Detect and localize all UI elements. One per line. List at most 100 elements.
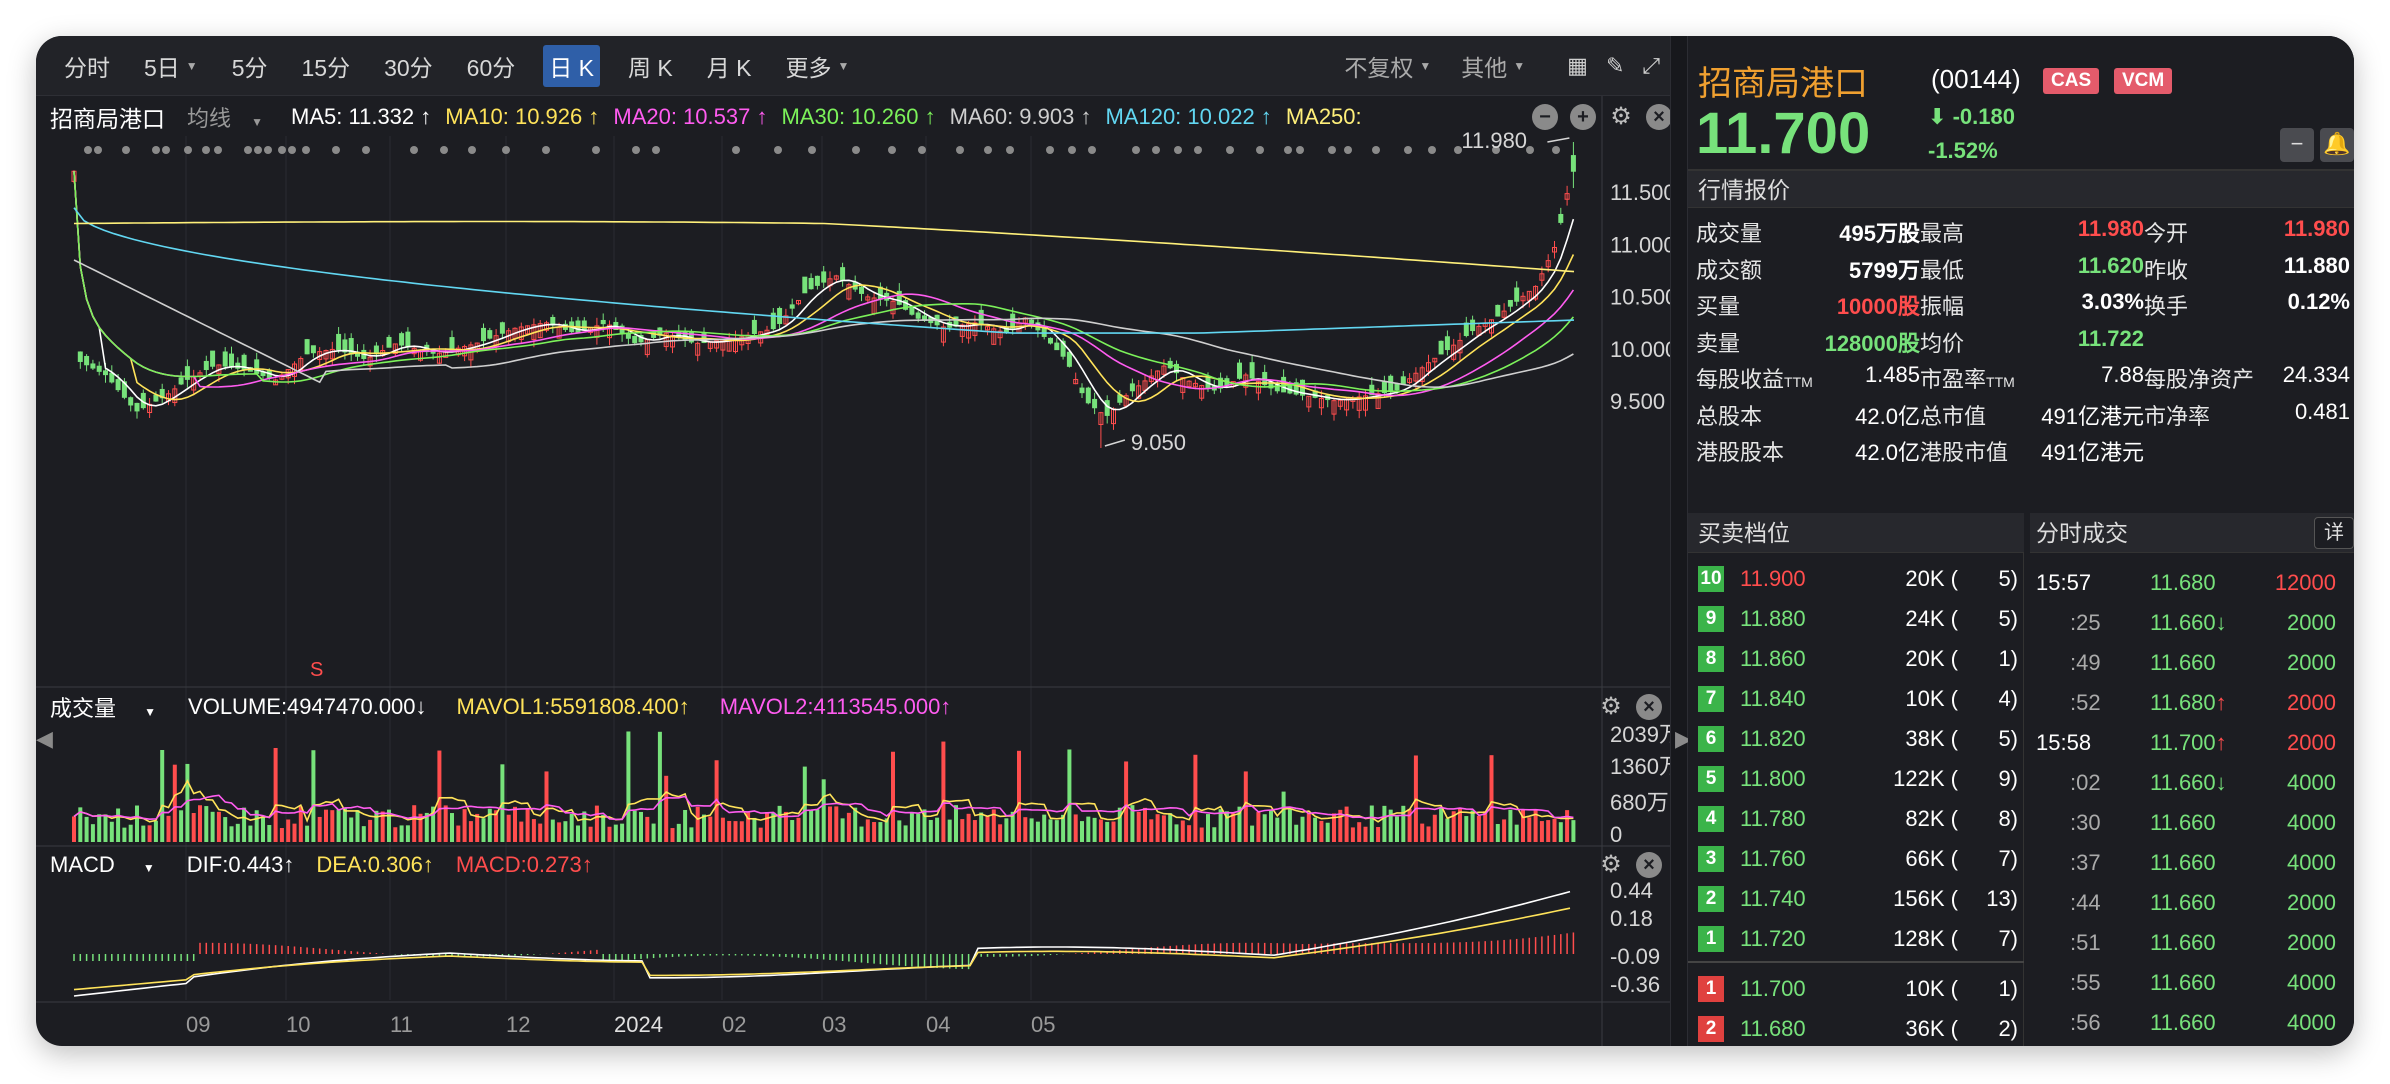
event-dot bbox=[984, 146, 992, 154]
quote-value: 11.620 bbox=[2077, 252, 2144, 278]
volume-bar bbox=[620, 823, 625, 842]
quote-row: 总股本 42.0亿 总市值 491亿港元 市净率 0.481 bbox=[1688, 393, 2354, 430]
volume-bar bbox=[1143, 807, 1147, 842]
bid-count: 2) bbox=[1998, 1016, 2018, 1041]
volume-bar bbox=[1426, 826, 1431, 842]
macd-panel-name[interactable]: MACD ▼ bbox=[50, 852, 177, 878]
alert-bell-icon[interactable]: 🔔 bbox=[2320, 128, 2354, 162]
volume-bar bbox=[1218, 809, 1223, 842]
quote-value: 128000股 bbox=[1824, 330, 1920, 356]
candlestick-chart[interactable]: 11.500 11.000 10.500 10.000 9.500 11.980 9.050… bbox=[36, 36, 1670, 1046]
macd-tick-label: -0.36 bbox=[1610, 972, 1660, 997]
volume-bar bbox=[998, 824, 1003, 842]
volume-bar bbox=[702, 814, 706, 842]
stock-code: (00144) bbox=[1931, 64, 2021, 94]
macd-settings-icon[interactable]: ⚙ bbox=[1598, 852, 1624, 878]
event-dot bbox=[214, 146, 222, 154]
ask-row[interactable]: 2 11.740 156K (13) bbox=[1688, 877, 2024, 917]
ask-row[interactable]: 10 11.900 20K (5) bbox=[1688, 557, 2024, 597]
volume-bar bbox=[1231, 813, 1236, 842]
ask-volume: 10K ( bbox=[1905, 686, 1958, 711]
volume-bar bbox=[147, 825, 152, 842]
event-dot bbox=[332, 146, 340, 154]
quote-label: 总股本 bbox=[1696, 403, 1763, 429]
bid-row[interactable]: 2 11.680 36K (2) bbox=[1688, 1007, 2024, 1046]
price-tick-label: 9.500 bbox=[1610, 389, 1665, 414]
volume-bar bbox=[1080, 821, 1084, 842]
volume-bar bbox=[758, 827, 763, 842]
volume-tick-label: 680万 bbox=[1610, 790, 1669, 815]
quote-label: 昨收 bbox=[2144, 257, 2189, 283]
ask-level-badge: 9 bbox=[1698, 606, 1724, 632]
volume-bar bbox=[1035, 821, 1040, 842]
last-price: 11.700 bbox=[1696, 101, 1871, 166]
volume-bar bbox=[1092, 817, 1097, 842]
collapse-left-icon[interactable]: ◀ bbox=[36, 726, 53, 752]
candle-body bbox=[1444, 336, 1450, 351]
ask-row[interactable]: 6 11.820 38K (5) bbox=[1688, 717, 2024, 757]
quote-value: 11.880 bbox=[2283, 252, 2350, 278]
volume-bar bbox=[966, 813, 971, 842]
quote-value: 491亿港元 bbox=[2041, 403, 2144, 429]
detail-button[interactable]: 详 bbox=[2314, 517, 2354, 549]
volume-bar bbox=[1357, 822, 1362, 842]
minimize-button[interactable]: − bbox=[2280, 128, 2314, 162]
volume-bar bbox=[1187, 825, 1192, 842]
ask-row[interactable]: 5 11.800 122K (9) bbox=[1688, 757, 2024, 797]
volume-settings-icon[interactable]: ⚙ bbox=[1598, 694, 1624, 720]
volume-close-icon[interactable]: × bbox=[1636, 694, 1662, 720]
volume-panel-name[interactable]: 成交量 ▼ bbox=[50, 691, 178, 723]
quote-panel: 招商局港口 (00144) CAS VCM 11.700 ⬇ -0.180 -1… bbox=[1688, 36, 2354, 1046]
ask-level-badge: 3 bbox=[1698, 846, 1724, 872]
macd-close-icon[interactable]: × bbox=[1636, 852, 1662, 878]
ask-row[interactable]: 9 11.880 24K (5) bbox=[1688, 597, 2024, 637]
tick-row: 15:5911.700↑2000 bbox=[2030, 1041, 2354, 1046]
candle-body bbox=[1092, 398, 1098, 409]
ask-row[interactable]: 1 11.720 128K (7) bbox=[1688, 917, 2024, 957]
quote-value: 10000股 bbox=[1836, 294, 1920, 319]
x-tick-label: 04 bbox=[926, 1012, 951, 1037]
quote-value: 7.88 bbox=[2101, 362, 2144, 387]
ask-price: 11.720 bbox=[1740, 926, 1806, 951]
quote-label: 卖量 bbox=[1696, 330, 1741, 356]
volume-bar bbox=[305, 825, 310, 842]
event-dot bbox=[1344, 146, 1352, 154]
quote-value: 1.485 bbox=[1864, 362, 1920, 387]
x-tick-label: 11 bbox=[390, 1012, 413, 1037]
volume-bar bbox=[1029, 818, 1034, 842]
volume-bar bbox=[1495, 824, 1500, 842]
event-dot bbox=[808, 146, 816, 154]
tick-price: 11.700↑ bbox=[2150, 730, 2227, 755]
candle-body bbox=[1394, 383, 1400, 391]
ask-row[interactable]: 8 11.860 20K (1) bbox=[1688, 637, 2024, 677]
volume-bar bbox=[450, 813, 454, 842]
volume-bar bbox=[116, 808, 121, 842]
ask-row[interactable]: 4 11.780 82K (8) bbox=[1688, 797, 2024, 837]
volume-bar bbox=[135, 805, 139, 842]
volume-bar bbox=[1206, 814, 1210, 842]
volume-bar bbox=[1476, 815, 1481, 842]
ask-row[interactable]: 7 11.840 10K (4) bbox=[1688, 677, 2024, 717]
volume-bar bbox=[739, 821, 744, 842]
volume-bar bbox=[872, 822, 877, 842]
bid-row[interactable]: 1 11.700 10K (1) bbox=[1688, 967, 2024, 1007]
volume-bar bbox=[361, 826, 366, 842]
volume-bar bbox=[676, 823, 681, 842]
volume-bar bbox=[1054, 820, 1059, 842]
volume-bar bbox=[960, 819, 965, 842]
panel-splitter[interactable]: ▶ bbox=[1670, 36, 1692, 1046]
volume-bar bbox=[538, 823, 543, 842]
volume-bar bbox=[1275, 817, 1280, 842]
event-dot bbox=[888, 146, 896, 154]
volume-bar bbox=[191, 813, 196, 842]
ask-level-badge: 5 bbox=[1698, 766, 1724, 792]
volume-bar bbox=[720, 817, 725, 842]
volume-bar bbox=[342, 807, 347, 842]
event-dot bbox=[468, 146, 476, 154]
book-divider bbox=[1688, 961, 2024, 963]
volume-bar bbox=[834, 806, 839, 842]
ask-row[interactable]: 3 11.760 66K (7) bbox=[1688, 837, 2024, 877]
price-tick-label: 11.000 bbox=[1610, 232, 1670, 257]
volume-bar bbox=[122, 827, 127, 842]
volume-bar bbox=[1117, 807, 1122, 842]
